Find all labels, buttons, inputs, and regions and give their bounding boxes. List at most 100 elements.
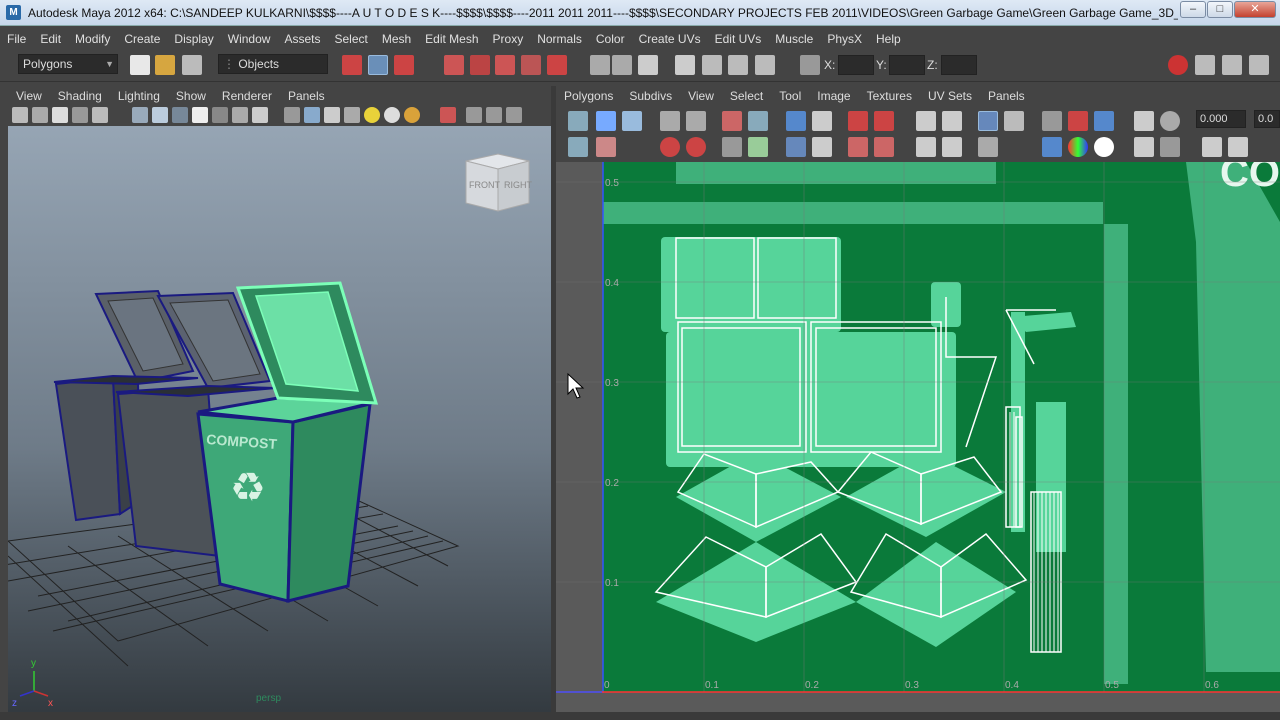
uv-paste-values-icon[interactable]: [1228, 137, 1248, 157]
uv-convert-icon[interactable]: [916, 137, 936, 157]
panel-menu-panels[interactable]: Panels: [280, 89, 333, 103]
uv-shaded-icon[interactable]: [1094, 111, 1114, 131]
checker-icon[interactable]: [344, 107, 360, 123]
uv-rgb-channels-icon[interactable]: [1068, 137, 1088, 157]
open-scene-icon[interactable]: [155, 55, 175, 75]
default-light-icon[interactable]: [364, 107, 380, 123]
z-field[interactable]: [941, 55, 977, 75]
wireframe-icon[interactable]: [132, 107, 148, 123]
panel-menu-shading[interactable]: Shading: [50, 89, 110, 103]
isolate-select-icon[interactable]: [284, 107, 300, 123]
select-camera-icon[interactable]: [12, 107, 28, 123]
all-lights-icon[interactable]: [384, 107, 400, 123]
xray-joints-icon[interactable]: [324, 107, 340, 123]
uv-relax-icon[interactable]: [848, 137, 868, 157]
uv-flip-u-icon[interactable]: [568, 137, 588, 157]
uv-layout-icon[interactable]: [722, 137, 742, 157]
minimize-button[interactable]: –: [1180, 1, 1206, 18]
uv-value-field-v[interactable]: 0.0: [1254, 110, 1280, 128]
close-button[interactable]: ✕: [1234, 1, 1276, 18]
xray-icon[interactable]: [232, 107, 248, 123]
menu-color[interactable]: Color: [589, 32, 632, 46]
uv-menu-subdivs[interactable]: Subdivs: [621, 89, 680, 103]
uv-value-field-u[interactable]: 0.000: [1196, 110, 1246, 128]
uv-rotate-cw-icon[interactable]: [686, 111, 706, 131]
snap-grid-icon[interactable]: [444, 55, 464, 75]
input-ops-icon[interactable]: [590, 55, 610, 75]
uv-dim-image-icon[interactable]: [978, 137, 998, 157]
image-plane-icon[interactable]: [72, 107, 88, 123]
3d-viewport[interactable]: COMPOST ♻ FRONT RIGHT y z x persp: [8, 126, 551, 712]
uv-update-psd-icon[interactable]: [1134, 137, 1154, 157]
maximize-button[interactable]: □: [1207, 1, 1233, 18]
uv-align-max-v-icon[interactable]: [812, 137, 832, 157]
uv-align-min-u-icon[interactable]: [786, 111, 806, 131]
xray-shaded-icon[interactable]: [304, 107, 320, 123]
uv-menu-panels[interactable]: Panels: [980, 89, 1033, 103]
uv-move-tool-icon[interactable]: [596, 111, 616, 131]
select-by-hierarchy-icon[interactable]: [342, 55, 362, 75]
output-ops-icon[interactable]: [612, 55, 632, 75]
menu-muscle[interactable]: Muscle: [768, 32, 820, 46]
uv-menu-select[interactable]: Select: [722, 89, 771, 103]
snap-point-icon[interactable]: [495, 55, 515, 75]
construction-history-icon[interactable]: [638, 55, 658, 75]
menu-edit[interactable]: Edit: [33, 32, 68, 46]
panel-menu-show[interactable]: Show: [168, 89, 214, 103]
menu-edit-uvs[interactable]: Edit UVs: [708, 32, 769, 46]
shadows-icon[interactable]: [404, 107, 420, 123]
make-live-icon[interactable]: [547, 55, 567, 75]
render-view-icon[interactable]: [675, 55, 695, 75]
uv-menu-textures[interactable]: Textures: [859, 89, 920, 103]
uv-rotate-ccw-icon[interactable]: [660, 111, 680, 131]
menu-physx[interactable]: PhysX: [820, 32, 869, 46]
ipr-render-icon[interactable]: [728, 55, 748, 75]
save-scene-icon[interactable]: [182, 55, 202, 75]
select-by-component-icon[interactable]: [394, 55, 414, 75]
uv-pixel-snap-icon[interactable]: [1068, 111, 1088, 131]
tool-settings-icon[interactable]: [1222, 55, 1242, 75]
menu-create-uvs[interactable]: Create UVs: [632, 32, 708, 46]
menu-edit-mesh[interactable]: Edit Mesh: [418, 32, 485, 46]
resolution-gate-icon[interactable]: [440, 107, 456, 123]
grid-toggle-icon[interactable]: [92, 107, 108, 123]
transform-mode-icon[interactable]: [800, 55, 820, 75]
bookmark-icon[interactable]: [52, 107, 68, 123]
uv-menu-tool[interactable]: Tool: [771, 89, 809, 103]
menu-file[interactable]: File: [0, 32, 33, 46]
uv-menu-view[interactable]: View: [680, 89, 722, 103]
uv-psd-icon[interactable]: [1160, 111, 1180, 131]
menu-help[interactable]: Help: [869, 32, 908, 46]
attribute-editor-icon[interactable]: [1195, 55, 1215, 75]
uv-canvas[interactable]: CO 0.5 0.4 0.3 0.2 0.1 0 0.1 0.2 0.3 0.4…: [556, 162, 1280, 712]
uv-align-min-v-icon[interactable]: [786, 137, 806, 157]
uv-split-icon[interactable]: [722, 111, 742, 131]
gate-mask-icon[interactable]: [466, 107, 482, 123]
uv-straighten-icon[interactable]: [874, 137, 894, 157]
lights-icon[interactable]: [212, 107, 228, 123]
textured-icon[interactable]: [192, 107, 208, 123]
uv-display-image-icon[interactable]: [978, 111, 998, 131]
uv-menu-image[interactable]: Image: [809, 89, 858, 103]
maya-app-icon[interactable]: M: [6, 5, 21, 20]
menu-assets[interactable]: Assets: [277, 32, 327, 46]
new-scene-icon[interactable]: [130, 55, 150, 75]
menuset-dropdown[interactable]: Polygons ▼: [18, 54, 118, 74]
render-current-icon[interactable]: [702, 55, 722, 75]
uv-grid-icon[interactable]: [848, 111, 868, 131]
view-cube[interactable]: FRONT RIGHT: [465, 153, 533, 212]
y-field[interactable]: [889, 55, 925, 75]
uv-checker-icon[interactable]: [1004, 111, 1024, 131]
uv-alpha-channel-icon[interactable]: [1094, 137, 1114, 157]
uv-image-ratio-icon[interactable]: [1134, 111, 1154, 131]
smooth-shade-icon[interactable]: [152, 107, 168, 123]
uv-shell-border-icon[interactable]: [942, 111, 962, 131]
safe-action-icon[interactable]: [506, 107, 522, 123]
uv-snapshot-icon[interactable]: [874, 111, 894, 131]
snap-view-plane-icon[interactable]: [521, 55, 541, 75]
uv-view-grid-icon[interactable]: [1042, 111, 1062, 131]
menu-display[interactable]: Display: [167, 32, 220, 46]
uv-copy-icon[interactable]: [942, 137, 962, 157]
uv-menu-uv-sets[interactable]: UV Sets: [920, 89, 980, 103]
uv-cut-icon[interactable]: [660, 137, 680, 157]
